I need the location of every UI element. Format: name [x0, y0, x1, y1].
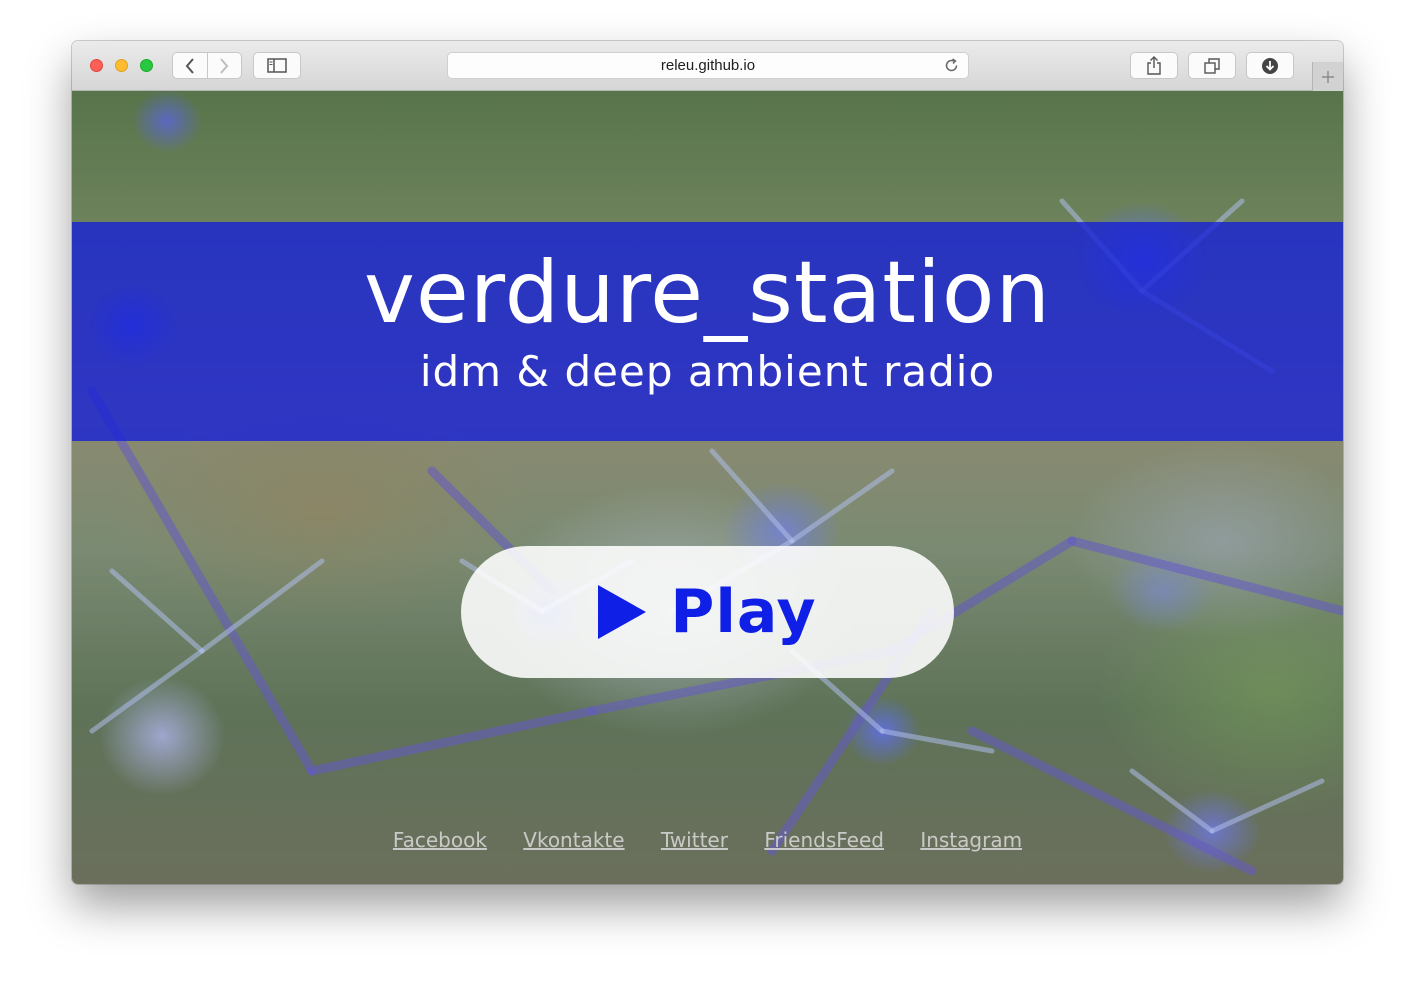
twitter-link[interactable]: Twitter — [661, 828, 728, 852]
url-text: releu.github.io — [660, 57, 756, 74]
vkontakte-link[interactable]: Vkontakte — [523, 828, 624, 852]
page-content: verdure_station idm & deep ambient radio… — [72, 91, 1343, 884]
friendsfeed-link[interactable]: FriendsFeed — [764, 828, 884, 852]
back-button[interactable] — [173, 53, 207, 78]
address-bar[interactable]: releu.github.io — [447, 52, 969, 79]
facebook-link[interactable]: Facebook — [393, 828, 487, 852]
chevron-right-icon — [220, 57, 229, 74]
zoom-window-button[interactable] — [140, 59, 153, 72]
downloads-button[interactable] — [1246, 52, 1294, 79]
share-button[interactable] — [1130, 52, 1178, 79]
share-icon — [1147, 56, 1161, 75]
new-tab-button[interactable] — [1312, 62, 1343, 91]
play-icon — [598, 585, 647, 639]
plus-icon — [1322, 70, 1334, 83]
tabs-overview-icon — [1204, 57, 1220, 74]
download-icon — [1262, 57, 1278, 74]
play-button-label: Play — [670, 577, 817, 647]
reload-icon[interactable] — [943, 57, 960, 74]
social-links: Facebook Vkontakte Twitter FriendsFeed I… — [72, 827, 1343, 853]
minimize-window-button[interactable] — [115, 59, 128, 72]
page-subtitle: idm & deep ambient radio — [419, 347, 996, 396]
forward-button[interactable] — [206, 53, 242, 78]
browser-toolbar: releu.github.io — [72, 41, 1343, 91]
close-window-button[interactable] — [90, 59, 103, 72]
background-photo — [87, 198, 1343, 876]
browser-window: releu.github.io verdure_station idm & de… — [72, 41, 1343, 884]
page-title: verdure_station — [363, 243, 1052, 343]
sidebar-icon — [267, 58, 287, 73]
navigation-buttons — [172, 52, 242, 79]
sidebar-button[interactable] — [253, 52, 301, 79]
instagram-link[interactable]: Instagram — [920, 828, 1022, 852]
tabs-overview-button[interactable] — [1188, 52, 1236, 79]
chevron-left-icon — [185, 57, 194, 74]
play-button[interactable]: Play — [461, 546, 954, 678]
